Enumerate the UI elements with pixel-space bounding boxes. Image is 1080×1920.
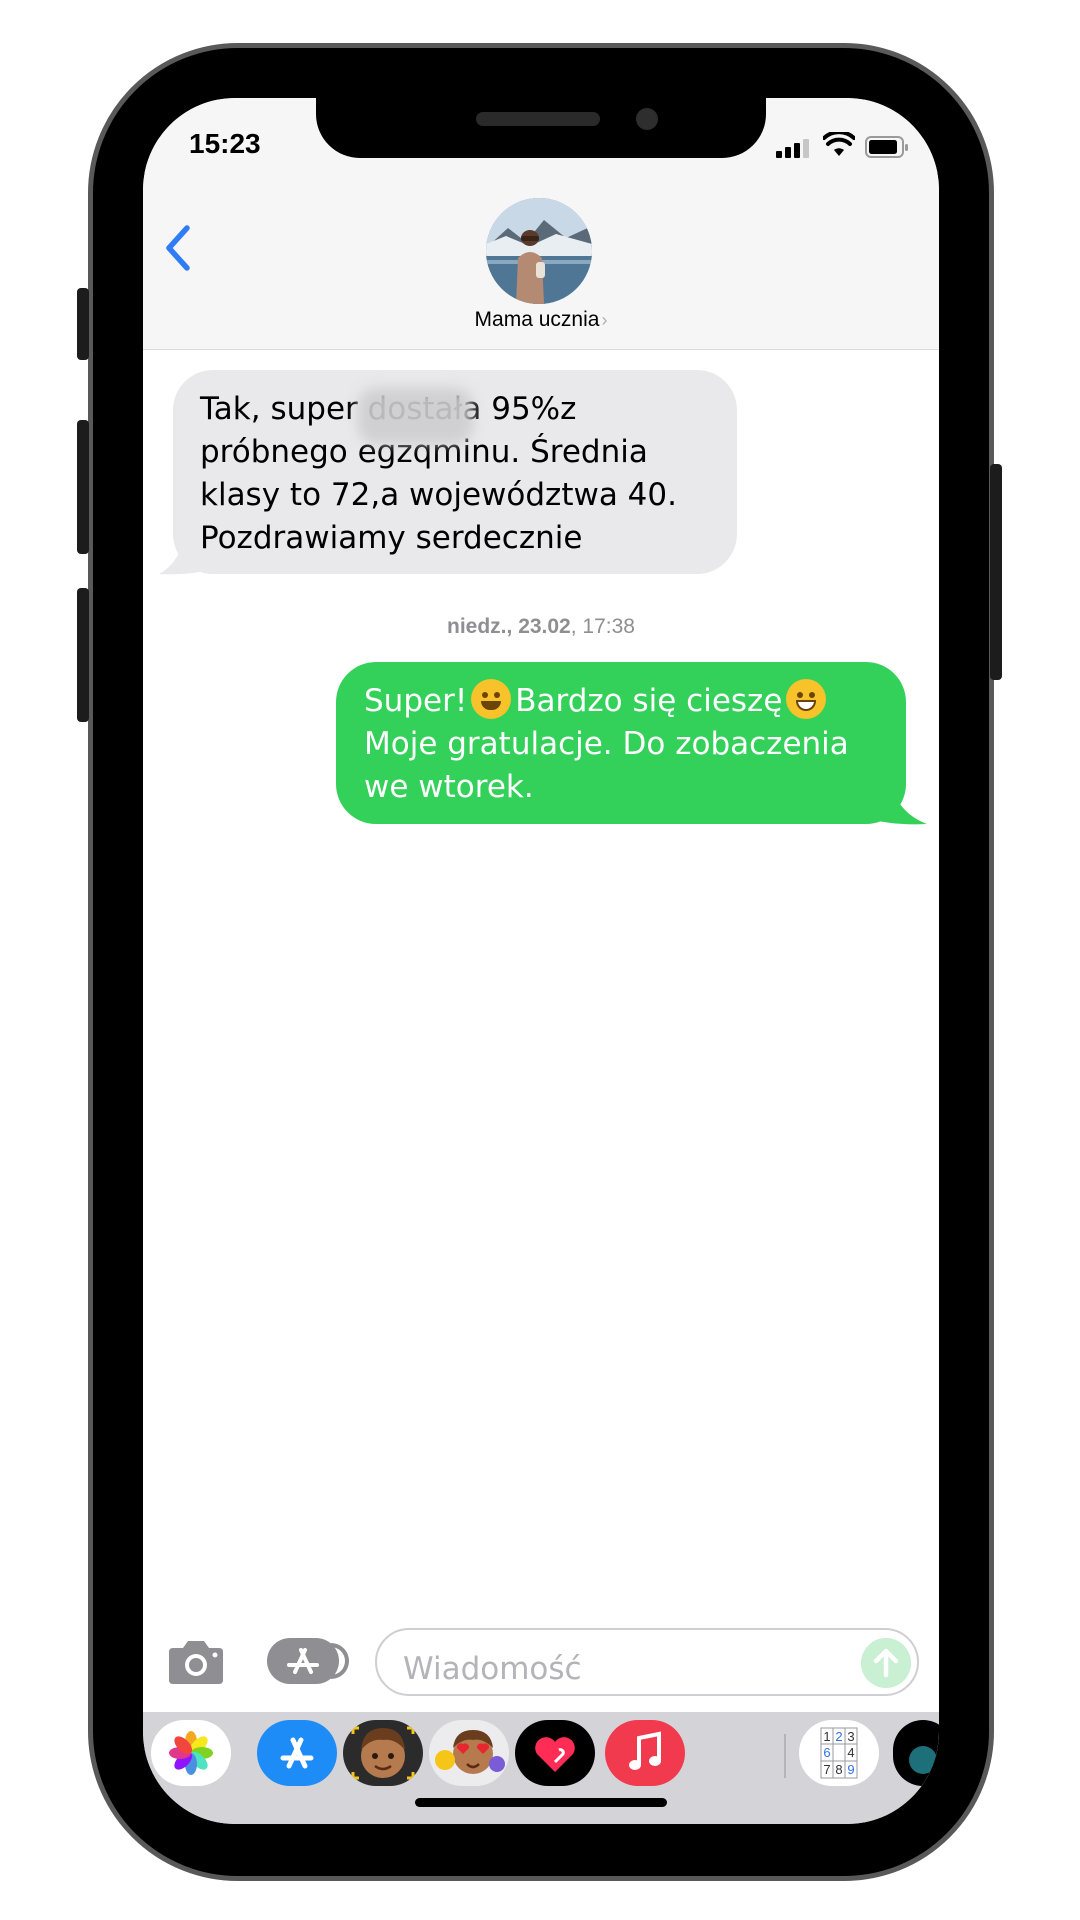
memoji-stickers-icon[interactable]: [429, 1720, 509, 1786]
app-store-button[interactable]: [267, 1638, 349, 1684]
sudoku-digit: 3: [847, 1729, 854, 1744]
timestamp-day: niedz., 23.02: [447, 615, 571, 638]
device-notch: [316, 98, 766, 158]
wifi-icon: [823, 132, 855, 156]
front-camera: [636, 108, 658, 130]
app-store-icon: [287, 1648, 319, 1674]
smiling-face-icon: [471, 679, 512, 719]
back-button[interactable]: [159, 222, 199, 274]
outgoing-text-line-3: we wtorek.: [364, 769, 534, 805]
phone-screen: 15:23 Mama ucznia › Tak, super 95%z prób…: [143, 98, 939, 1824]
contact-avatar[interactable]: [486, 198, 592, 304]
chevron-right-icon: ›: [601, 310, 608, 330]
sudoku-digit: 6: [823, 1745, 830, 1760]
sudoku-digit: 1: [823, 1729, 830, 1744]
message-input[interactable]: [375, 1628, 919, 1696]
camera-icon[interactable]: [165, 1638, 227, 1686]
app-store-drawer-icon[interactable]: [257, 1720, 337, 1786]
outgoing-text-line-2: Moje gratulacje. Do zobaczenia: [364, 726, 849, 762]
power-button: [990, 464, 1002, 680]
memoji-icon[interactable]: [343, 1720, 423, 1786]
home-indicator[interactable]: [415, 1798, 667, 1807]
contact-name-label: Mama ucznia: [474, 308, 600, 331]
more-app-icon[interactable]: [893, 1720, 939, 1786]
speaker-grille: [476, 112, 600, 126]
battery-icon: [865, 136, 908, 158]
cellular-signal-icon: [776, 138, 810, 158]
contact-photo-icon: [486, 198, 592, 304]
sudoku-digit: 4: [847, 1745, 854, 1760]
grinning-face-icon: [786, 679, 827, 719]
sudoku-digit: 2: [835, 1729, 842, 1744]
timestamp-time: , 17:38: [570, 615, 635, 638]
outgoing-message-bubble[interactable]: Super! Bardzo się cieszę Moje gratulacje.…: [336, 662, 906, 824]
photos-icon[interactable]: [151, 1720, 231, 1786]
silent-switch: [77, 288, 89, 360]
drawer-divider: [784, 1734, 786, 1778]
sudoku-digit: 8: [835, 1762, 842, 1777]
music-icon[interactable]: [605, 1720, 685, 1786]
sudoku-icon[interactable]: 1 2 3 6 4 7 8 9: [799, 1720, 879, 1786]
outgoing-text-part-1: Super!: [364, 683, 468, 719]
volume-down-button: [77, 588, 89, 722]
apps-arc: [331, 1643, 349, 1679]
digital-touch-icon[interactable]: [515, 1720, 595, 1786]
sudoku-digit: 9: [847, 1762, 854, 1777]
contact-name[interactable]: Mama ucznia ›: [143, 308, 939, 332]
redacted-name-blur: [358, 388, 473, 444]
send-button[interactable]: [861, 1638, 911, 1688]
sudoku-digit: 7: [823, 1762, 830, 1777]
outgoing-text-part-2: Bardzo się cieszę: [515, 683, 783, 719]
message-timestamp: niedz., 23.02, 17:38: [143, 615, 939, 639]
volume-up-button: [77, 420, 89, 554]
status-time: 15:23: [189, 128, 261, 159]
